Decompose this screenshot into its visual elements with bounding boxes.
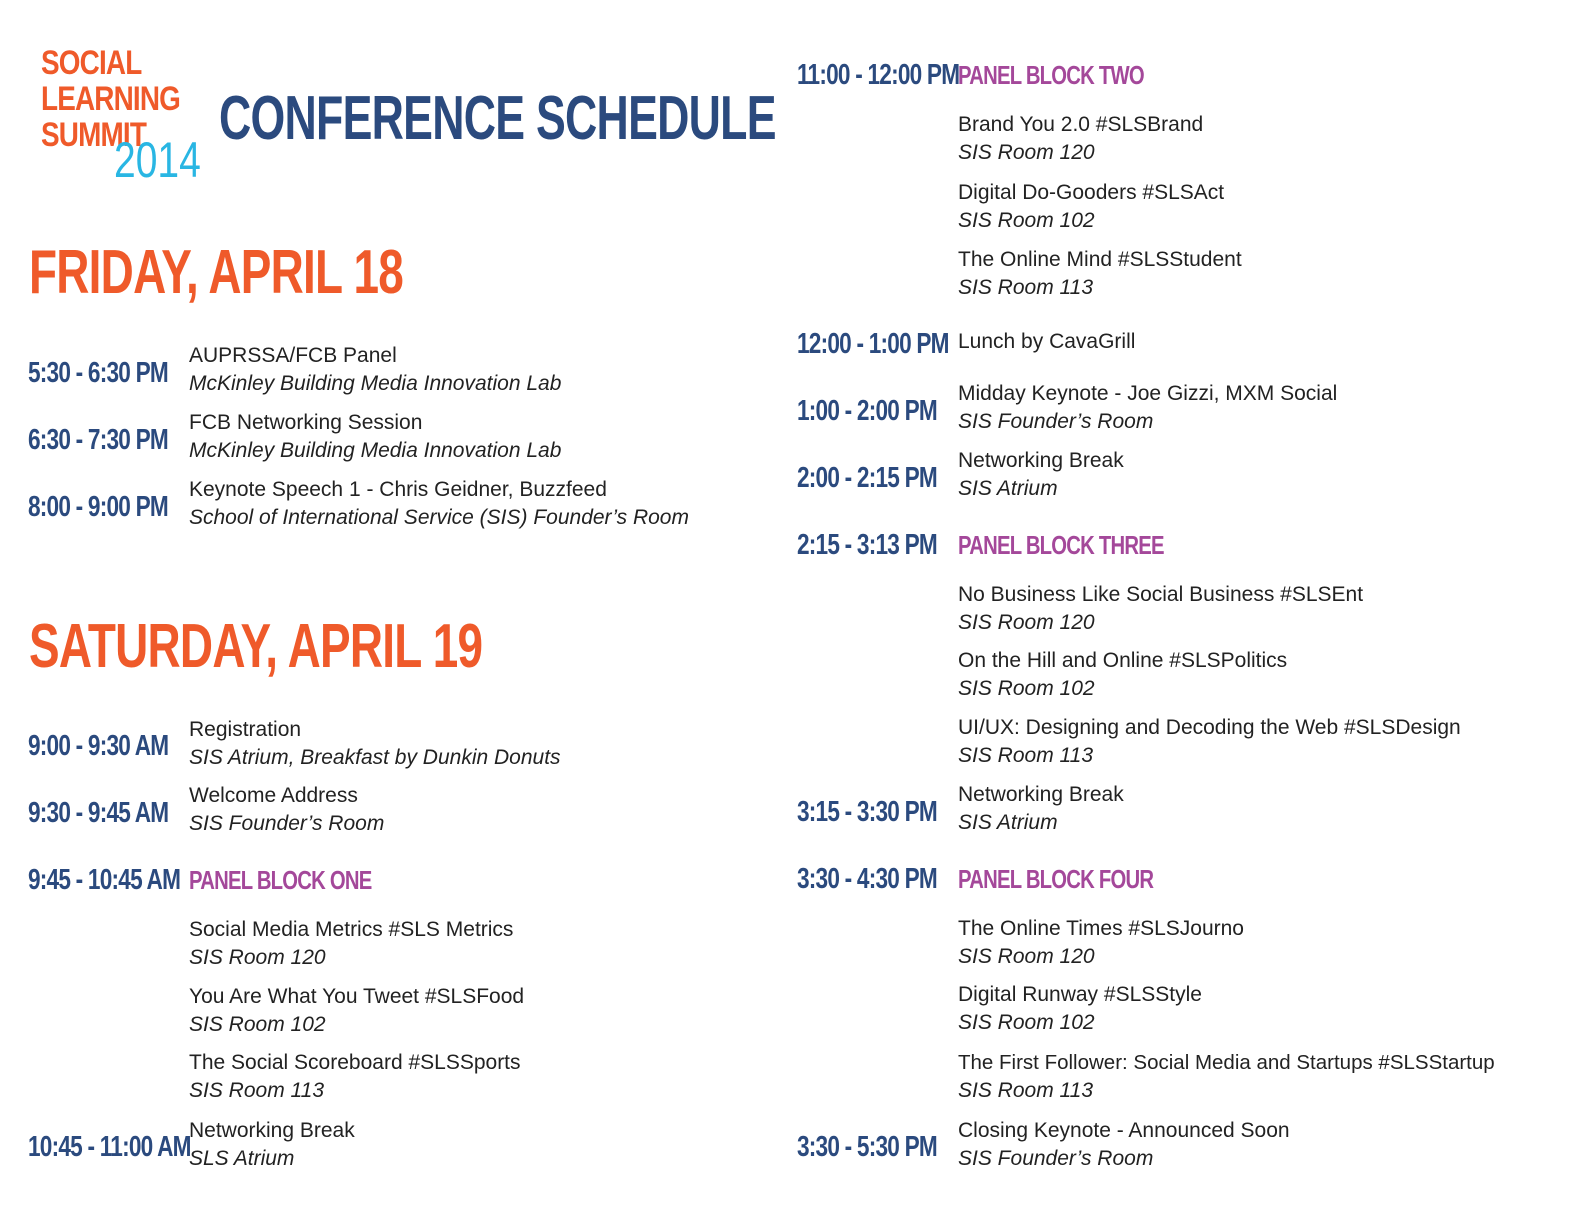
event-time: 1:00 - 2:00 PM	[797, 395, 938, 427]
event-location: SIS Atrium	[958, 477, 1058, 500]
event-time: 6:30 - 7:30 PM	[28, 424, 169, 456]
panel-heading: PANEL BLOCK THREE	[958, 530, 1164, 560]
session-location: SIS Room 102	[189, 1013, 326, 1036]
event-time: 5:30 - 6:30 PM	[28, 357, 169, 389]
event-time: 10:45 - 11:00 AM	[28, 1131, 191, 1163]
event-time: 9:00 - 9:30 AM	[28, 730, 169, 762]
event-title: AUPRSSA/FCB Panel	[189, 344, 397, 367]
panel-heading: PANEL BLOCK TWO	[958, 60, 1145, 90]
session-title: Brand You 2.0 #SLSBrand	[958, 113, 1204, 136]
session-title: The Online Times #SLSJourno	[958, 917, 1244, 940]
logo-year: 2014	[114, 132, 201, 188]
event-time: 3:15 - 3:30 PM	[797, 796, 938, 828]
event-location: McKinley Building Media Innovation Lab	[189, 372, 562, 395]
event-time: 12:00 - 1:00 PM	[797, 328, 950, 360]
event-location: SIS Founder’s Room	[958, 1147, 1154, 1170]
event-location: School of International Service (SIS) Fo…	[189, 506, 689, 529]
day-heading-saturday: SATURDAY, APRIL 19	[29, 612, 483, 681]
event-time: 2:00 - 2:15 PM	[797, 462, 938, 494]
session-title: Digital Do-Gooders #SLSAct	[958, 181, 1225, 204]
event-title: Closing Keynote - Announced Soon	[958, 1119, 1290, 1142]
session-title: You Are What You Tweet #SLSFood	[189, 985, 525, 1008]
session-location: SIS Room 113	[958, 744, 1094, 767]
panel-heading: PANEL BLOCK ONE	[189, 865, 372, 895]
event-title: Networking Break	[958, 783, 1124, 806]
session-location: SIS Room 102	[958, 209, 1095, 232]
session-title: The First Follower: Social Media and Sta…	[958, 1051, 1495, 1074]
session-location: SIS Room 120	[958, 141, 1095, 164]
session-location: SIS Room 113	[958, 276, 1094, 299]
event-time: 2:15 - 3:13 PM	[797, 529, 938, 561]
session-title: The Social Scoreboard #SLSSports	[189, 1051, 521, 1074]
event-location: SIS Founder’s Room	[189, 812, 385, 835]
event-time: 9:45 - 10:45 AM	[28, 864, 181, 896]
session-location: SIS Room 120	[189, 946, 326, 969]
event-title: Networking Break	[958, 449, 1124, 472]
event-location: SLS Atrium	[189, 1147, 295, 1170]
session-location: SIS Room 113	[958, 1079, 1094, 1102]
event-time: 3:30 - 5:30 PM	[797, 1131, 938, 1163]
logo-line-social: SOCIAL	[41, 44, 142, 82]
event-location: SIS Founder’s Room	[958, 410, 1154, 433]
session-location: SIS Room 120	[958, 945, 1095, 968]
session-location: SIS Room 120	[958, 611, 1095, 634]
event-location: McKinley Building Media Innovation Lab	[189, 439, 562, 462]
day-heading-friday: FRIDAY, APRIL 18	[29, 238, 404, 307]
event-title: FCB Networking Session	[189, 411, 423, 434]
event-title: Networking Break	[189, 1119, 355, 1142]
session-title: Digital Runway #SLSStyle	[958, 983, 1202, 1006]
event-location: SIS Atrium, Breakfast by Dunkin Donuts	[189, 746, 561, 769]
event-time: 8:00 - 9:00 PM	[28, 491, 169, 523]
event-title: Keynote Speech 1 - Chris Geidner, Buzzfe…	[189, 478, 607, 501]
event-title: Midday Keynote - Joe Gizzi, MXM Social	[958, 382, 1338, 405]
session-location: SIS Room 102	[958, 677, 1095, 700]
event-title: Welcome Address	[189, 784, 358, 807]
event-time: 11:00 - 12:00 PM	[797, 59, 960, 91]
session-title: Social Media Metrics #SLS Metrics	[189, 918, 514, 941]
logo-line-learning: LEARNING	[41, 80, 181, 118]
panel-heading: PANEL BLOCK FOUR	[958, 864, 1154, 894]
session-title: No Business Like Social Business #SLSEnt	[958, 583, 1364, 606]
event-title: Registration	[189, 718, 302, 741]
session-location: SIS Room 113	[189, 1079, 325, 1102]
session-location: SIS Room 102	[958, 1011, 1095, 1034]
session-title: UI/UX: Designing and Decoding the Web #S…	[958, 716, 1461, 739]
event-time: 3:30 - 4:30 PM	[797, 863, 938, 895]
session-title: On the Hill and Online #SLSPolitics	[958, 649, 1288, 672]
event-time: 9:30 - 9:45 AM	[28, 797, 169, 829]
session-title: The Online Mind #SLSStudent	[958, 248, 1242, 271]
page-title: CONFERENCE SCHEDULE	[219, 84, 776, 153]
event-location: SIS Atrium	[958, 811, 1058, 834]
event-title: Lunch by CavaGrill	[958, 330, 1136, 353]
